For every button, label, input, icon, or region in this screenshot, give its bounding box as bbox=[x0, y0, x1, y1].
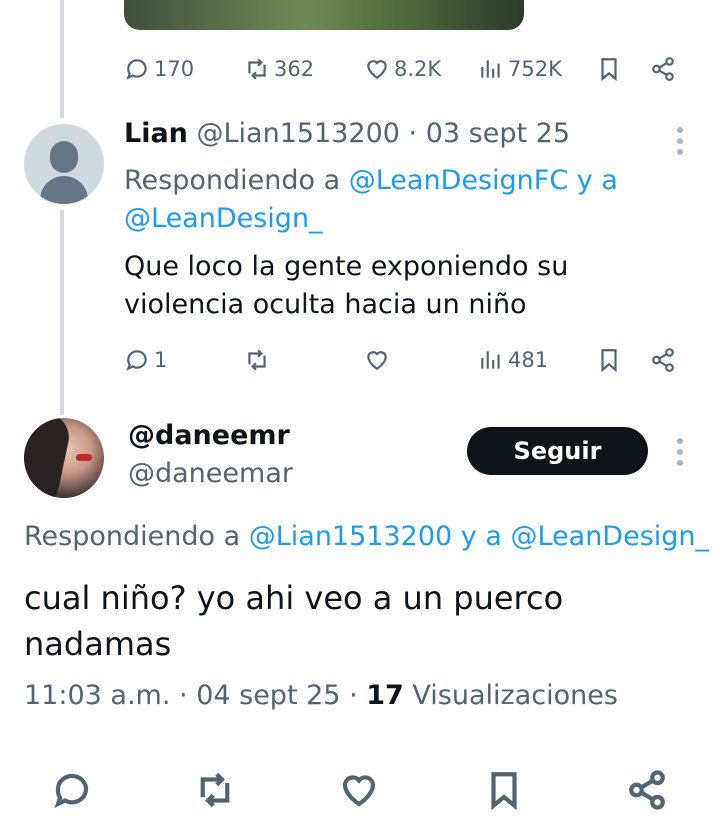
repost-button[interactable] bbox=[244, 345, 270, 375]
share-button[interactable] bbox=[650, 54, 676, 84]
more-options-icon[interactable] bbox=[677, 438, 683, 466]
avatar[interactable] bbox=[24, 124, 104, 204]
like-button[interactable]: 8.2K bbox=[364, 54, 441, 84]
tweet-media-image[interactable] bbox=[124, 0, 524, 30]
tweet-header: Lian @Lian1513200 · 03 sept 25 bbox=[124, 118, 571, 149]
like-button[interactable] bbox=[364, 345, 390, 375]
views-count: 752K bbox=[508, 57, 562, 81]
bookmark-icon bbox=[601, 349, 617, 373]
reply-button[interactable]: 170 bbox=[124, 54, 194, 84]
more-options-icon[interactable] bbox=[677, 127, 683, 155]
tweet-text: Que loco la gente exponiendo su violenci… bbox=[124, 251, 569, 320]
views-count: 481 bbox=[508, 348, 549, 372]
bookmark-icon bbox=[601, 58, 617, 82]
views-label: Visualizaciones bbox=[412, 680, 618, 711]
repost-icon[interactable] bbox=[194, 769, 236, 811]
reply-button[interactable]: 1 bbox=[124, 345, 167, 375]
views-count: 17 bbox=[366, 680, 404, 711]
share-icon[interactable] bbox=[626, 769, 668, 811]
avatar[interactable] bbox=[24, 418, 104, 498]
tweet-timestamp: 11:03 a.m. · 04 sept 25 · 17 Visualizaci… bbox=[24, 680, 618, 711]
mention-link[interactable]: @LeanDesign_ bbox=[510, 521, 709, 552]
reply-count: 1 bbox=[154, 348, 168, 372]
heart-icon bbox=[367, 351, 387, 370]
handle[interactable]: @daneemar bbox=[128, 458, 293, 489]
display-name[interactable]: Lian bbox=[124, 118, 188, 149]
tweet-time: 11:03 a.m. bbox=[24, 680, 171, 711]
bookmark-button[interactable] bbox=[596, 54, 622, 84]
reply-icon bbox=[126, 350, 147, 371]
bookmark-icon[interactable] bbox=[483, 769, 525, 811]
views-button[interactable]: 481 bbox=[478, 345, 548, 375]
views-icon bbox=[481, 60, 500, 78]
thread-line bbox=[60, 210, 64, 415]
replying-to: Respondiendo a @LeanDesignFC y a @LeanDe… bbox=[124, 165, 618, 234]
thread-line-top bbox=[60, 0, 64, 118]
views-button[interactable]: 752K bbox=[478, 54, 562, 84]
repost-icon bbox=[248, 58, 266, 80]
tweet-text: cual niño? yo ahi veo a un puerco nadama… bbox=[24, 579, 564, 663]
like-count: 8.2K bbox=[394, 57, 442, 81]
display-name[interactable]: @daneemr bbox=[128, 420, 290, 451]
bookmark-button[interactable] bbox=[596, 345, 622, 375]
repost-icon bbox=[248, 349, 266, 371]
reply-icon[interactable] bbox=[51, 769, 93, 811]
reply-icon bbox=[126, 59, 147, 80]
repost-button[interactable]: 362 bbox=[244, 54, 314, 84]
share-icon bbox=[652, 348, 674, 372]
reply-tweet-actions: 1 481 bbox=[124, 345, 684, 375]
follow-button[interactable]: Seguir bbox=[467, 427, 648, 475]
prev-tweet-actions: 170 362 8.2K 752K bbox=[124, 54, 684, 84]
mention-link[interactable]: @Lian1513200 bbox=[249, 521, 452, 552]
heart-icon[interactable] bbox=[338, 769, 380, 811]
heart-icon bbox=[367, 60, 387, 79]
mention-link[interactable]: @LeanDesignFC bbox=[349, 165, 568, 196]
share-button[interactable] bbox=[650, 345, 676, 375]
handle[interactable]: @Lian1513200 bbox=[197, 118, 400, 149]
tweet-date: 03 sept 25 bbox=[425, 118, 571, 149]
views-icon bbox=[481, 351, 500, 369]
share-icon bbox=[652, 57, 674, 81]
tweet-date: 04 sept 25 bbox=[196, 680, 341, 711]
repost-count: 362 bbox=[274, 57, 315, 81]
mention-link[interactable]: @LeanDesign_ bbox=[124, 203, 323, 234]
tweet-action-bar bbox=[0, 765, 720, 815]
replying-to: Respondiendo a @Lian1513200 y a @LeanDes… bbox=[24, 521, 710, 552]
reply-count: 170 bbox=[154, 57, 195, 81]
